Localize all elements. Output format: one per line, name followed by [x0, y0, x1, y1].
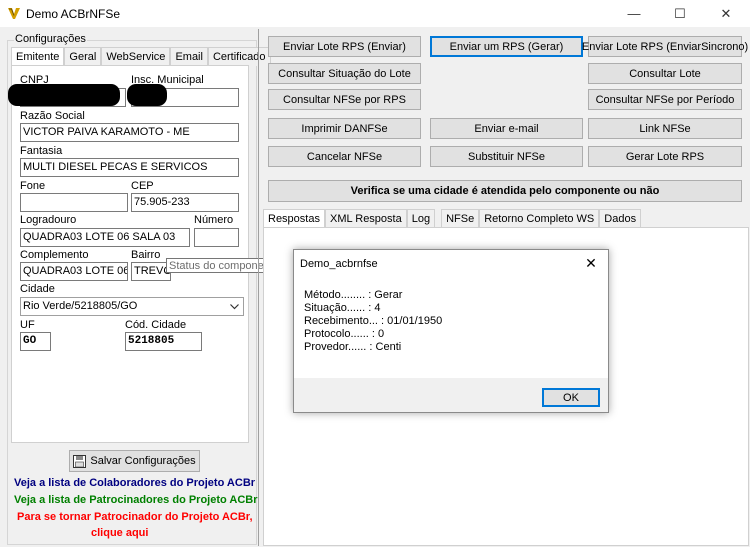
uf-label: UF — [20, 319, 35, 331]
window-title: Demo ACBrNFSe — [26, 7, 121, 21]
imprimir-danfse-button[interactable]: Imprimir DANFSe — [268, 118, 421, 139]
redaction-mark — [8, 84, 120, 106]
app-icon — [8, 8, 20, 19]
enviar-lote-button[interactable]: Enviar Lote RPS (Enviar) — [268, 36, 421, 57]
maximize-icon: ☐ — [674, 5, 686, 21]
tornar-patrocinador-link[interactable]: Para se tornar Patrocinador do Projeto A… — [17, 511, 253, 523]
tab-webservice[interactable]: WebService — [101, 47, 171, 66]
tab-emitente[interactable]: Emitente — [11, 47, 65, 66]
patrocinadores-link[interactable]: Veja a lista de Patrocinadores do Projet… — [14, 494, 258, 506]
cod-cidade-label: Cód. Cidade — [125, 319, 187, 331]
logradouro-label: Logradouro — [20, 214, 77, 226]
fantasia-field[interactable]: MULTI DIESEL PECAS E SERVICOS — [20, 158, 239, 177]
save-config-button[interactable]: Salvar Configurações — [69, 450, 200, 472]
razao-social-field[interactable]: VICTOR PAIVA KARAMOTO - ME — [20, 123, 239, 142]
config-group-label: Configurações — [14, 33, 87, 45]
gerar-lote-rps-button[interactable]: Gerar Lote RPS — [588, 146, 742, 167]
message-dialog: Demo_acbrnfse ✕ Método........ : Gerar S… — [293, 249, 609, 413]
tab-geral[interactable]: Geral — [64, 47, 102, 66]
bairro-label: Bairro — [131, 249, 161, 261]
maximize-button[interactable]: ☐ — [657, 0, 703, 27]
tab-respostas[interactable]: Respostas — [263, 209, 325, 228]
consultar-lote-button[interactable]: Consultar Lote — [588, 63, 742, 84]
link-nfse-button[interactable]: Link NFSe — [588, 118, 742, 139]
cep-label: CEP — [131, 180, 154, 192]
numero-label: Número — [194, 214, 234, 226]
minimize-button[interactable]: — — [611, 0, 657, 27]
substituir-nfse-button[interactable]: Substituir NFSe — [430, 146, 583, 167]
cidade-select[interactable]: Rio Verde/5218805/GO — [20, 297, 244, 316]
tab-certificado[interactable]: Certificado — [207, 47, 271, 66]
dialog-line-protocolo: Protocolo...... : 0 — [304, 328, 385, 340]
close-icon: ✕ — [720, 5, 732, 21]
fone-field[interactable] — [20, 193, 128, 212]
config-tabs: Emitente Geral WebService Email Certific… — [11, 47, 271, 66]
chevron-down-icon — [230, 304, 239, 310]
minimize-icon: — — [627, 6, 641, 21]
tab-log[interactable]: Log — [406, 209, 436, 228]
fantasia-label: Fantasia — [20, 145, 63, 157]
consultar-nfse-periodo-button[interactable]: Consultar NFSe por Período — [588, 89, 742, 110]
cidade-label: Cidade — [20, 283, 55, 295]
cep-field[interactable]: 75.905-233 — [131, 193, 239, 212]
dialog-line-situacao: Situação...... : 4 — [304, 302, 381, 314]
logradouro-field[interactable]: QUADRA03 LOTE 06 SALA 03 — [20, 228, 190, 247]
razao-social-label: Razão Social — [20, 110, 85, 122]
enviar-um-rps-button[interactable]: Enviar um RPS (Gerar) — [430, 36, 583, 57]
dialog-line-metodo: Método........ : Gerar — [304, 289, 403, 301]
response-tabs: Respostas XML Resposta Log NFSe Retorno … — [263, 209, 642, 228]
dialog-ok-button[interactable]: OK — [542, 388, 600, 407]
cancelar-nfse-button[interactable]: Cancelar NFSe — [268, 146, 421, 167]
numero-field[interactable] — [194, 228, 239, 247]
consultar-situacao-button[interactable]: Consultar Situação do Lote — [268, 63, 421, 84]
dialog-line-recebimento: Recebimento... : 01/01/1950 — [304, 315, 443, 327]
tab-email[interactable]: Email — [170, 47, 208, 66]
dialog-title: Demo_acbrnfse — [300, 258, 378, 270]
enviar-email-button[interactable]: Enviar e-mail — [430, 118, 583, 139]
close-icon: ✕ — [585, 254, 597, 271]
tab-dados[interactable]: Dados — [599, 209, 642, 228]
redaction-mark — [127, 84, 167, 106]
tab-retorno-completo[interactable]: Retorno Completo WS — [479, 209, 600, 228]
uf-field[interactable]: GO — [20, 332, 51, 351]
bairro-field[interactable]: TREVO — [131, 262, 171, 281]
dialog-line-provedor: Provedor...... : Centi — [304, 341, 402, 353]
cod-cidade-field[interactable]: 5218805 — [125, 332, 202, 351]
dialog-close-button[interactable]: ✕ — [578, 252, 604, 274]
tab-nfse[interactable]: NFSe — [441, 209, 480, 228]
cidade-value: Rio Verde/5218805/GO — [23, 300, 138, 312]
close-button[interactable]: ✕ — [703, 0, 749, 27]
complemento-field[interactable]: QUADRA03 LOTE 06 SA — [20, 262, 128, 281]
fone-label: Fone — [20, 180, 46, 192]
tab-xml-resposta[interactable]: XML Resposta — [324, 209, 407, 228]
clique-aqui-link[interactable]: clique aqui — [91, 527, 148, 539]
title-bar: Demo ACBrNFSe — ☐ ✕ — [0, 0, 750, 27]
complemento-label: Complemento — [20, 249, 89, 261]
verifica-cidade-button[interactable]: Verifica se uma cidade é atendida pelo c… — [268, 180, 742, 202]
save-icon — [73, 454, 87, 468]
consultar-nfse-rps-button[interactable]: Consultar NFSe por RPS — [268, 89, 421, 110]
enviar-lote-sincrono-button[interactable]: Enviar Lote RPS (EnviarSincrono) — [582, 36, 748, 57]
colaboradores-link[interactable]: Veja a lista de Colaboradores do Projeto… — [14, 477, 255, 489]
splitter[interactable] — [258, 29, 259, 546]
save-config-label: Salvar Configurações — [90, 455, 196, 467]
